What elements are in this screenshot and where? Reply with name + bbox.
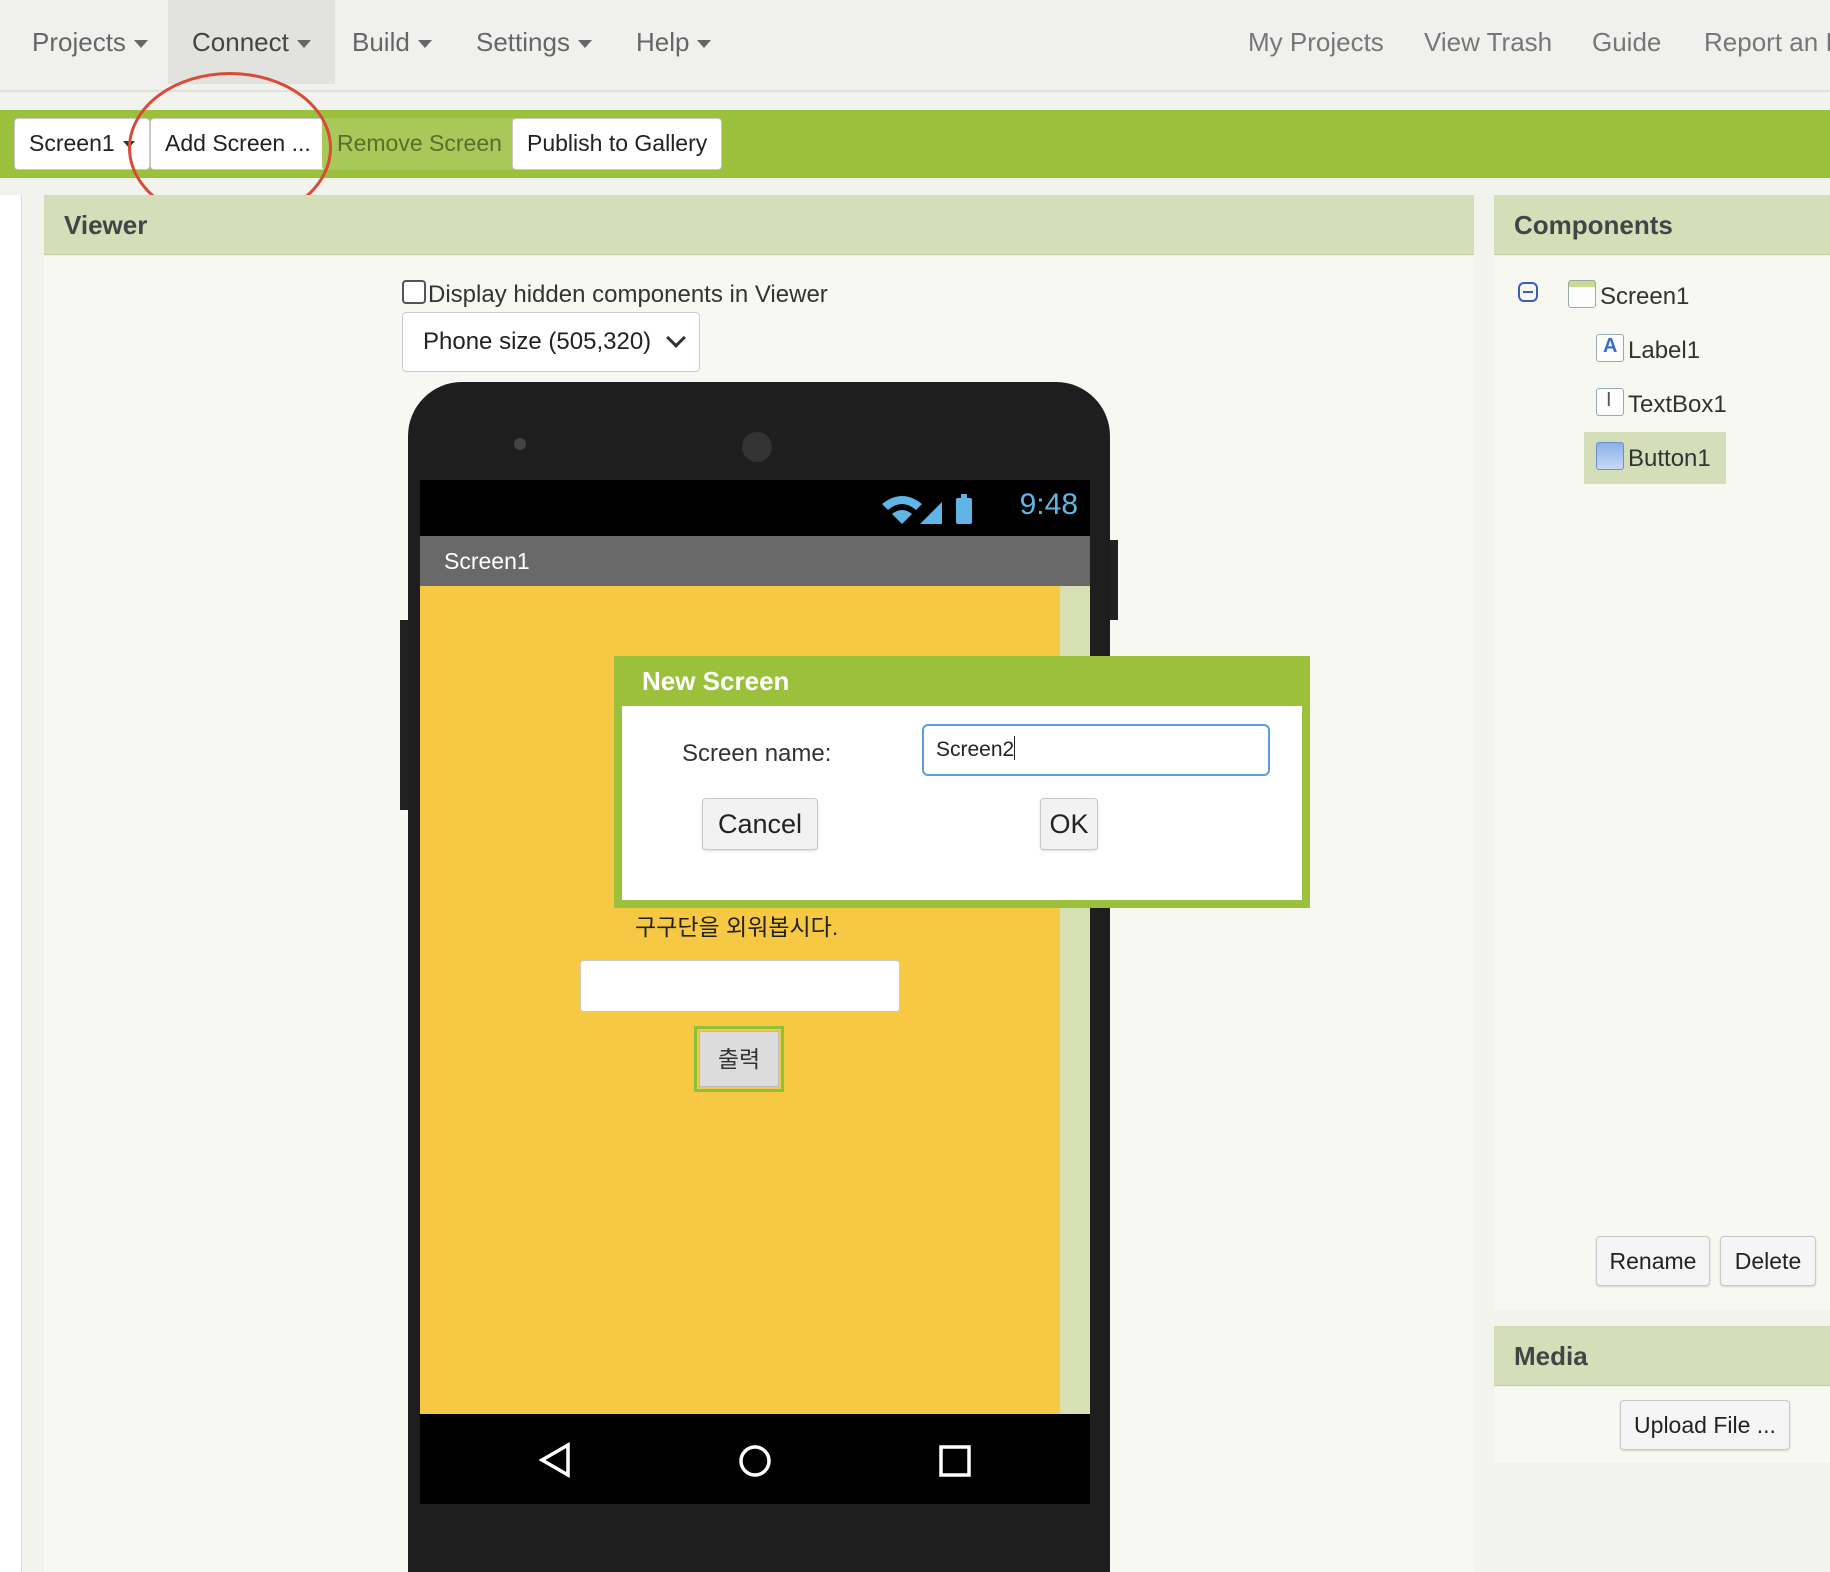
top-nav-bar: Projects Connect Build Settings Help My … [0,0,1830,92]
menu-settings-label: Settings [476,27,570,57]
screen-name-input[interactable]: Screen2 [922,724,1270,776]
app-title: Screen1 [444,548,530,574]
link-view-trash[interactable]: View Trash [1424,0,1552,84]
tree-item-label1[interactable]: A Label1 [1596,334,1700,365]
display-hidden-checkbox[interactable]: Display hidden components in Viewer [402,280,828,309]
camera-icon [514,438,526,450]
button1-component[interactable]: 출력 [694,1026,784,1092]
caret-down-icon [417,40,432,49]
palette-panel-edge [0,195,22,1572]
screen-name-label: Screen name: [682,740,832,767]
tree-label-textbox1: TextBox1 [1628,391,1727,418]
phone-side-button [400,620,408,810]
components-title: Components [1514,210,1673,240]
menu-connect[interactable]: Connect [168,0,335,84]
menu-settings[interactable]: Settings [452,0,616,84]
caret-down-icon [697,40,712,49]
caret-down-icon [577,40,592,49]
screen-name-value: Screen2 [936,738,1015,761]
display-hidden-label: Display hidden components in Viewer [428,281,828,308]
link-my-projects[interactable]: My Projects [1248,0,1384,84]
new-screen-dialog: New Screen Screen name: Screen2 Cancel O… [614,656,1310,908]
button-icon [1596,442,1624,470]
caret-down-icon [296,40,311,49]
menu-build[interactable]: Build [328,0,456,84]
back-icon [538,1442,570,1478]
menu-build-label: Build [352,27,410,57]
app-title-bar: Screen1 [420,536,1090,586]
link-guide[interactable]: Guide [1592,0,1661,84]
label1-component[interactable]: 구구단을 외워봅시다. [635,908,838,942]
ok-button[interactable]: OK [1040,798,1098,850]
designer-toolbar: Screen1 Add Screen ... Remove Screen Pub… [0,110,1830,178]
remove-screen-button[interactable]: Remove Screen [322,118,517,170]
tree-label-label1: Label1 [1628,337,1701,364]
home-icon [739,1445,771,1477]
button1-label: 출력 [699,1031,779,1087]
publish-gallery-button[interactable]: Publish to Gallery [512,118,723,170]
recents-icon [939,1445,971,1477]
rename-button[interactable]: Rename [1596,1236,1710,1286]
screen-select-dropdown[interactable]: Screen1 [14,118,150,170]
phone-nav-bar [420,1414,1090,1504]
menu-projects-label: Projects [32,27,126,57]
screen-select-label: Screen1 [29,130,115,156]
tree-label-button1: Button1 [1628,445,1711,472]
menu-connect-label: Connect [192,27,289,57]
signal-battery-icon [882,494,972,524]
menu-projects[interactable]: Projects [8,0,172,84]
delete-button[interactable]: Delete [1720,1236,1816,1286]
dialog-title: New Screen [642,666,790,696]
checkbox-icon[interactable] [402,280,426,304]
phone-status-bar: 9:48 [420,480,1090,536]
viewer-header: Viewer [44,195,1474,255]
upload-file-button[interactable]: Upload File ... [1620,1400,1790,1450]
caret-down-icon [122,141,135,149]
viewer-title: Viewer [64,210,148,240]
link-report-issue[interactable]: Report an Is [1704,0,1830,84]
phone-side-button [1110,540,1118,620]
collapse-icon[interactable] [1518,282,1538,302]
tree-label-screen1: Screen1 [1600,283,1690,310]
add-screen-button[interactable]: Add Screen ... [150,118,326,170]
text-cursor [1014,736,1016,760]
media-header: Media [1494,1326,1830,1386]
tree-item-button1[interactable]: Button1 [1596,442,1711,473]
screen-icon [1568,280,1596,308]
label-icon: A [1596,334,1624,362]
tree-item-screen1[interactable]: Screen1 [1568,280,1689,311]
caret-down-icon [133,40,148,49]
menu-help[interactable]: Help [612,0,735,84]
textbox-icon: I [1596,388,1624,416]
textbox1-component[interactable] [580,960,900,1012]
tree-item-textbox1[interactable]: I TextBox1 [1596,388,1727,419]
status-time: 9:48 [1019,488,1078,521]
chevron-down-icon [666,328,686,348]
phone-size-value: Phone size (505,320) [423,328,652,355]
phone-size-select[interactable]: Phone size (505,320) [402,312,700,372]
components-header: Components [1494,195,1830,255]
media-title: Media [1514,1341,1588,1371]
menu-help-label: Help [636,27,690,57]
speaker-icon [742,432,772,462]
dialog-body: Screen name: Screen2 Cancel OK [622,706,1302,900]
cancel-button[interactable]: Cancel [702,798,818,850]
